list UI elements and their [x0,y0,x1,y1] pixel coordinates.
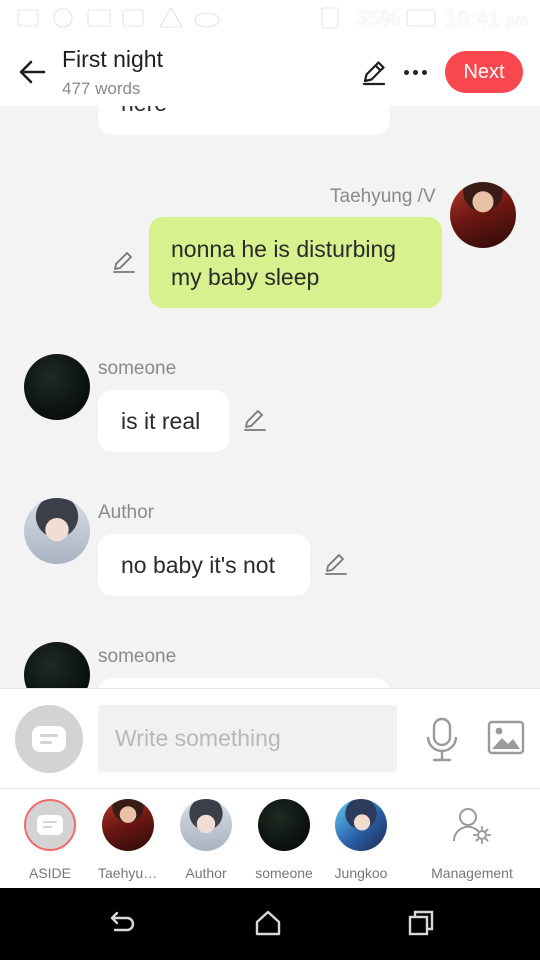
role-management[interactable]: Management [422,799,522,881]
character-bar: ASIDE Taehyung /V Author someone Jungkoo… [0,788,540,888]
role-someone[interactable]: someone [244,799,324,881]
system-nav-bar [0,888,540,960]
sender-name: Author [98,502,154,523]
home-nav-icon[interactable] [253,908,283,938]
status-bar: 35% 10:41 pm [0,0,540,36]
image-icon[interactable] [487,719,525,757]
edit-message-icon[interactable] [111,249,137,275]
microphone-icon[interactable] [422,715,462,765]
avatar-someone[interactable] [24,642,90,688]
avatar-someone[interactable] [24,354,90,420]
story-header: First night 477 words Next [0,36,540,106]
back-nav-icon[interactable] [107,908,137,938]
role-label: Author [185,865,227,881]
sender-name: Taehyung /V [330,186,436,207]
role-label: Taehyung /V [98,865,158,881]
role-author[interactable]: Author [166,799,246,881]
message-icon [37,815,63,835]
clock: 10:41 [445,6,501,31]
more-dot-icon [421,69,427,75]
message-bubble-outgoing[interactable]: nonna he is disturbing my baby sleep [149,217,442,308]
edit-message-icon[interactable] [323,551,349,577]
role-avatar [180,799,232,851]
back-arrow-icon[interactable] [14,54,50,90]
message-bubble[interactable]: is it real [98,390,229,452]
role-avatar [102,799,154,851]
message-bubble[interactable]: no baby it's not [98,534,310,596]
role-label: Management [431,865,513,881]
message-bubble[interactable]: here [98,106,390,135]
avatar-taehyung[interactable] [450,182,516,248]
role-label: Jungkoo [334,865,388,881]
role-label: someone [255,865,313,881]
sender-name: someone [98,646,177,667]
aside-toggle-button[interactable] [15,705,83,773]
message-text: no baby it's not [121,551,275,578]
clock-ampm: pm [507,12,528,29]
more-dot-icon [412,69,418,75]
more-options-button[interactable] [400,58,430,86]
chat-area[interactable]: here Taehyung /V nonna he is disturbing … [0,106,540,688]
edit-message-icon[interactable] [242,407,268,433]
avatar-author[interactable] [24,498,90,564]
edit-pencil-icon[interactable] [360,58,388,86]
message-bubble[interactable] [98,678,390,688]
next-button[interactable]: Next [445,51,523,93]
message-input[interactable] [98,705,397,772]
message-text: nonna he is disturbing my baby sleep [171,235,397,290]
role-avatar [335,799,387,851]
battery-percent: 35% [356,6,401,31]
user-settings-icon [452,808,491,844]
message-icon [32,726,66,752]
composer-bar [0,688,540,788]
word-count: 477 words [62,79,141,98]
recents-nav-icon[interactable] [406,908,436,938]
sender-name: someone [98,358,177,379]
page-title: First night [62,46,163,72]
message-text: is it real [121,407,201,434]
more-dot-icon [403,69,409,75]
role-taehyung[interactable]: Taehyung /V [88,799,168,881]
role-avatar [258,799,310,851]
message-text: here [121,106,167,117]
role-aside-avatar [24,799,76,851]
role-label: ASIDE [28,865,71,881]
role-aside[interactable]: ASIDE [10,799,90,881]
role-jungkook[interactable]: Jungkoo [321,799,401,881]
